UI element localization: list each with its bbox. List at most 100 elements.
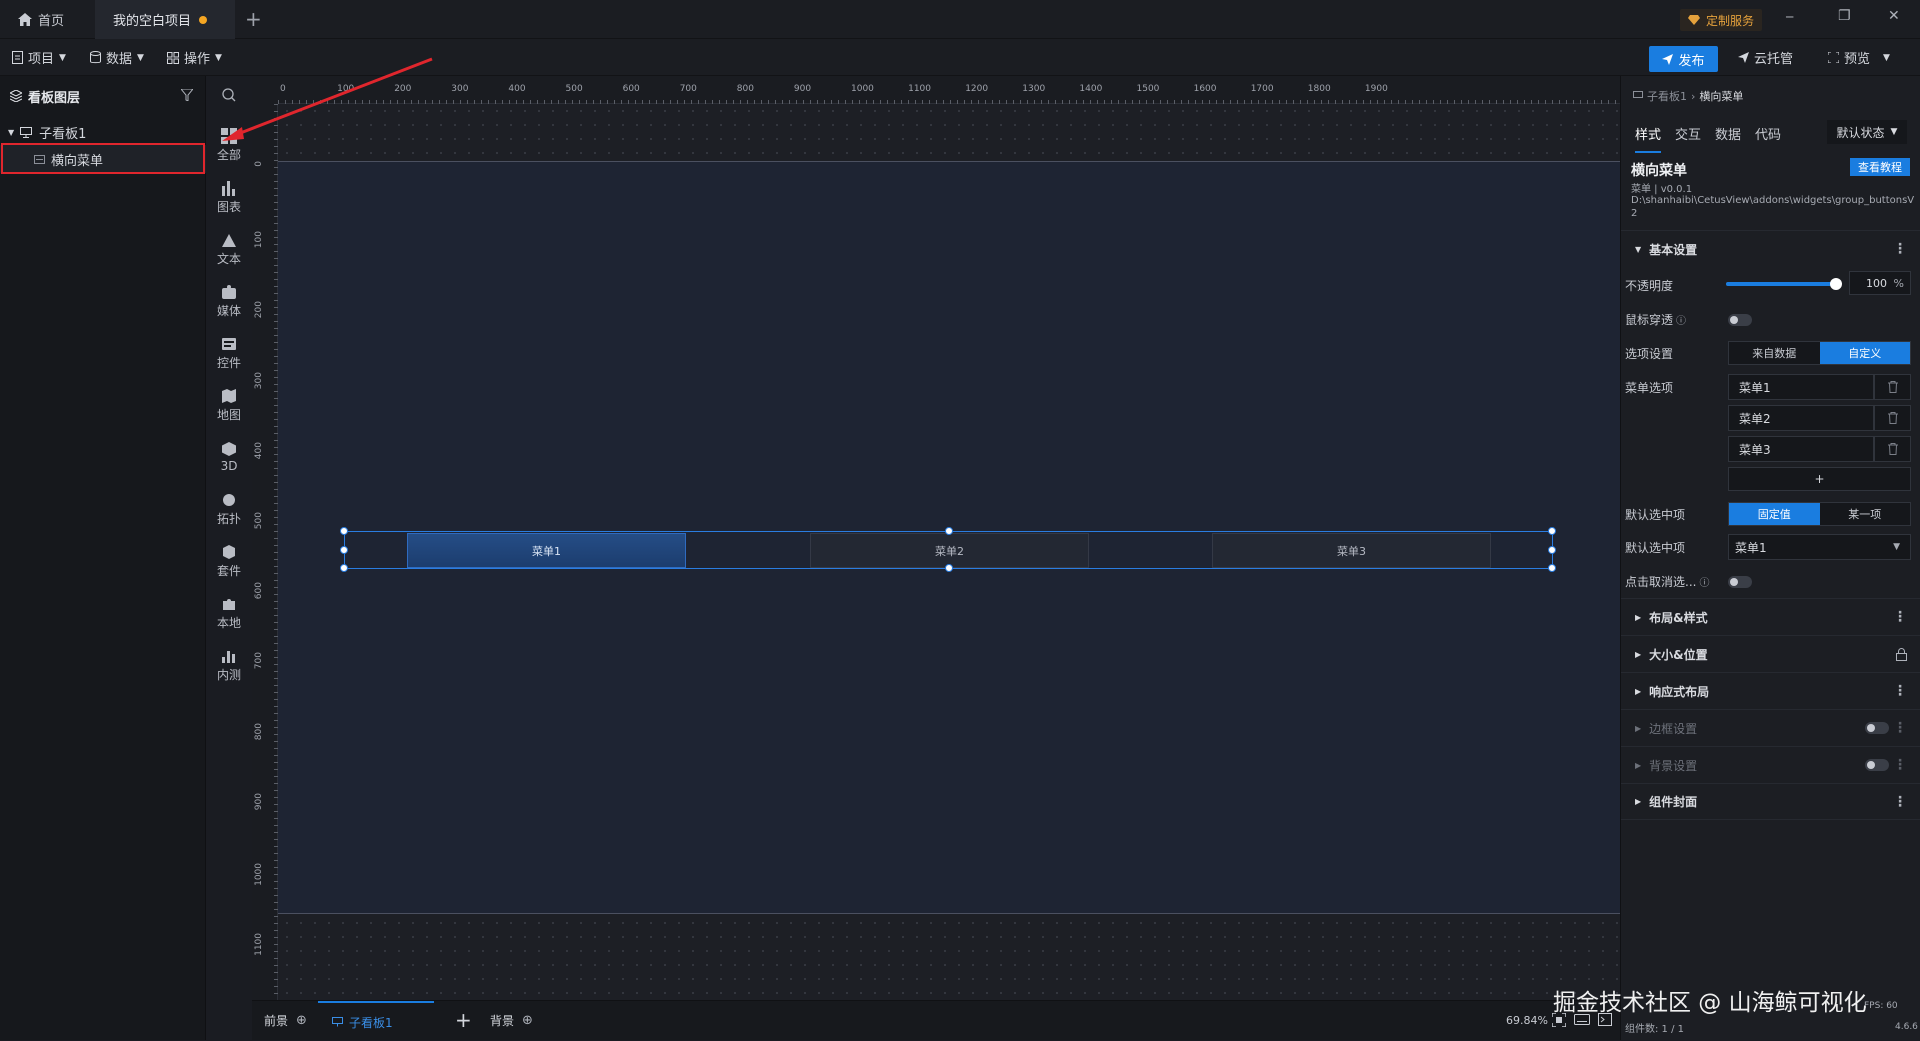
delete-option-button[interactable] — [1874, 374, 1911, 400]
tab-project[interactable]: 我的空白项目 — [95, 0, 235, 39]
layers-header: 看板图层 — [0, 76, 206, 116]
properties-panel: 子看板1 › 横向菜单 样式 交互 数据 代码 默认状态 ▼ 横向菜单 查看教程… — [1620, 76, 1920, 1040]
delete-option-button[interactable] — [1874, 436, 1911, 462]
resize-handle[interactable] — [1548, 546, 1556, 554]
opacity-input[interactable]: 100 % — [1849, 271, 1911, 295]
more-icon[interactable]: ⋮ — [1893, 683, 1907, 699]
resize-handle[interactable] — [340, 527, 348, 535]
publish-button[interactable]: 发布 — [1649, 46, 1718, 72]
breadcrumb-item[interactable]: 横向菜单 — [1699, 88, 1743, 104]
delete-option-button[interactable] — [1874, 405, 1911, 431]
layers-title: 看板图层 — [28, 90, 81, 106]
category-topology[interactable]: 拓扑 — [206, 484, 252, 534]
custom-service-button[interactable]: 定制服务 — [1680, 9, 1763, 31]
category-label: 文本 — [216, 251, 241, 266]
category-kit[interactable]: 套件 — [206, 536, 252, 586]
front-layer-tab[interactable]: 前景 ⊕ — [264, 1012, 307, 1029]
menu-option-input-1[interactable]: 菜单1 — [1728, 374, 1874, 400]
menu-option-input-3[interactable]: 菜单3 — [1728, 436, 1874, 462]
category-label: 媒体 — [216, 303, 241, 318]
category-control[interactable]: 控件 — [206, 328, 252, 378]
tab-style[interactable]: 样式 — [1635, 124, 1662, 153]
zoom-level[interactable]: 69.84% — [1506, 1014, 1548, 1027]
menu-item-label: 菜单2 — [935, 544, 964, 558]
help-icon[interactable]: ⓘ — [1676, 312, 1686, 327]
category-text[interactable]: 文本 — [206, 224, 252, 274]
section-label: 组件封面 — [1649, 795, 1698, 809]
resize-handle[interactable] — [340, 546, 348, 554]
category-media[interactable]: 媒体 — [206, 276, 252, 326]
section-responsive-layout[interactable]: ▶ 响应式布局 ⋮ — [1621, 672, 1920, 709]
board-tab[interactable]: 子看板1 — [318, 1001, 434, 1041]
mouse-through-toggle[interactable] — [1728, 314, 1752, 326]
ruler-top-label: 1900 — [1364, 84, 1388, 94]
tree-item-board-label: 子看板1 — [39, 126, 87, 142]
category-map[interactable]: 地图 — [206, 380, 252, 430]
menu-item-1[interactable]: 菜单1 — [407, 533, 686, 568]
lock-icon[interactable] — [1896, 648, 1907, 661]
menu-project[interactable]: 项目 ▼ — [12, 39, 66, 76]
category-3d[interactable]: 3D — [206, 432, 252, 482]
more-icon[interactable]: ⋮ — [1893, 241, 1907, 257]
help-icon[interactable]: ⓘ — [1699, 574, 1709, 589]
background-toggle[interactable] — [1865, 759, 1889, 771]
resize-handle[interactable] — [340, 564, 348, 572]
section-background-settings[interactable]: ▶ 背景设置 ⋮ — [1621, 746, 1920, 783]
section-component-cover[interactable]: ▶ 组件封面 ⋮ — [1621, 783, 1920, 820]
tab-data[interactable]: 数据 — [1715, 124, 1741, 153]
opacity-slider[interactable] — [1726, 278, 1842, 290]
ruler-top[interactable]: 0 100 200 300 400 500 600 700 800 900 1000 1100 1200… — [278, 76, 1620, 104]
tab-home[interactable]: 首页 — [0, 0, 95, 39]
more-icon[interactable]: ⋮ — [1893, 720, 1907, 736]
some-item-button[interactable]: 某一项 — [1819, 503, 1910, 525]
option-custom-button[interactable]: 自定义 — [1819, 342, 1910, 364]
section-layout-style[interactable]: ▶ 布局&样式 ⋮ — [1621, 598, 1920, 635]
add-board-button[interactable]: + — [455, 1008, 472, 1032]
resize-handle[interactable] — [1548, 527, 1556, 535]
trash-icon — [1887, 412, 1898, 424]
cloud-hosting-button[interactable]: 云托管 — [1738, 39, 1793, 76]
map-icon — [221, 388, 237, 404]
menu-data[interactable]: 数据 ▼ — [90, 39, 144, 76]
monitor-icon — [1633, 91, 1643, 101]
state-select[interactable]: 默认状态 ▼ — [1827, 120, 1907, 144]
section-basic-settings[interactable]: ▼ 基本设置 ⋮ — [1621, 230, 1920, 267]
breadcrumb-item[interactable]: 子看板1 — [1647, 88, 1687, 104]
resize-handle[interactable] — [945, 527, 953, 535]
close-button[interactable]: ✕ — [1888, 8, 1900, 24]
tab-interaction[interactable]: 交互 — [1675, 124, 1701, 153]
add-tab-button[interactable]: + — [245, 7, 262, 31]
restore-button[interactable]: ❐ — [1838, 8, 1851, 24]
resize-handle[interactable] — [1548, 564, 1556, 572]
menu-item-3[interactable]: 菜单3 — [1212, 533, 1491, 568]
add-option-button[interactable]: + — [1728, 467, 1911, 491]
fixed-value-button[interactable]: 固定值 — [1729, 503, 1820, 525]
ruler-top-label: 1500 — [1136, 84, 1160, 94]
tab-code[interactable]: 代码 — [1755, 124, 1781, 153]
opacity-slider-knob[interactable] — [1830, 278, 1842, 290]
more-icon[interactable]: ⋮ — [1893, 757, 1907, 773]
category-local[interactable]: 本地 — [206, 588, 252, 638]
resize-handle[interactable] — [945, 564, 953, 572]
ruler-left[interactable]: 0100200300400500600700800900100011001200 — [252, 76, 278, 1026]
filter-icon[interactable] — [181, 89, 193, 101]
option-from-data-button[interactable]: 来自数据 — [1729, 342, 1820, 364]
preview-button[interactable]: 预览 ▼ — [1828, 39, 1890, 76]
menu-option-input-2[interactable]: 菜单2 — [1728, 405, 1874, 431]
back-layer-tab[interactable]: 背景 ⊕ — [490, 1012, 533, 1029]
more-icon[interactable]: ⋮ — [1893, 794, 1907, 810]
click-cancel-toggle[interactable] — [1728, 576, 1752, 588]
section-border-settings[interactable]: ▶ 边框设置 ⋮ — [1621, 709, 1920, 746]
category-beta[interactable]: 内测 — [206, 640, 252, 690]
horizontal-menu-widget[interactable]: 菜单1 菜单2 菜单3 — [340, 527, 1556, 572]
default-selected-select[interactable]: 菜单1 ▼ — [1728, 534, 1911, 560]
tree-item-board[interactable]: ▼ 子看板1 — [0, 118, 206, 146]
monitor-icon — [332, 1017, 343, 1027]
border-toggle[interactable] — [1865, 722, 1889, 734]
menu-item-2[interactable]: 菜单2 — [810, 533, 1089, 568]
tutorial-button[interactable]: 查看教程 — [1850, 158, 1910, 176]
category-chart[interactable]: 图表 — [206, 172, 252, 222]
section-size-position[interactable]: ▶ 大小&位置 — [1621, 635, 1920, 672]
more-icon[interactable]: ⋮ — [1893, 609, 1907, 625]
minimize-button[interactable]: ─ — [1786, 10, 1793, 24]
